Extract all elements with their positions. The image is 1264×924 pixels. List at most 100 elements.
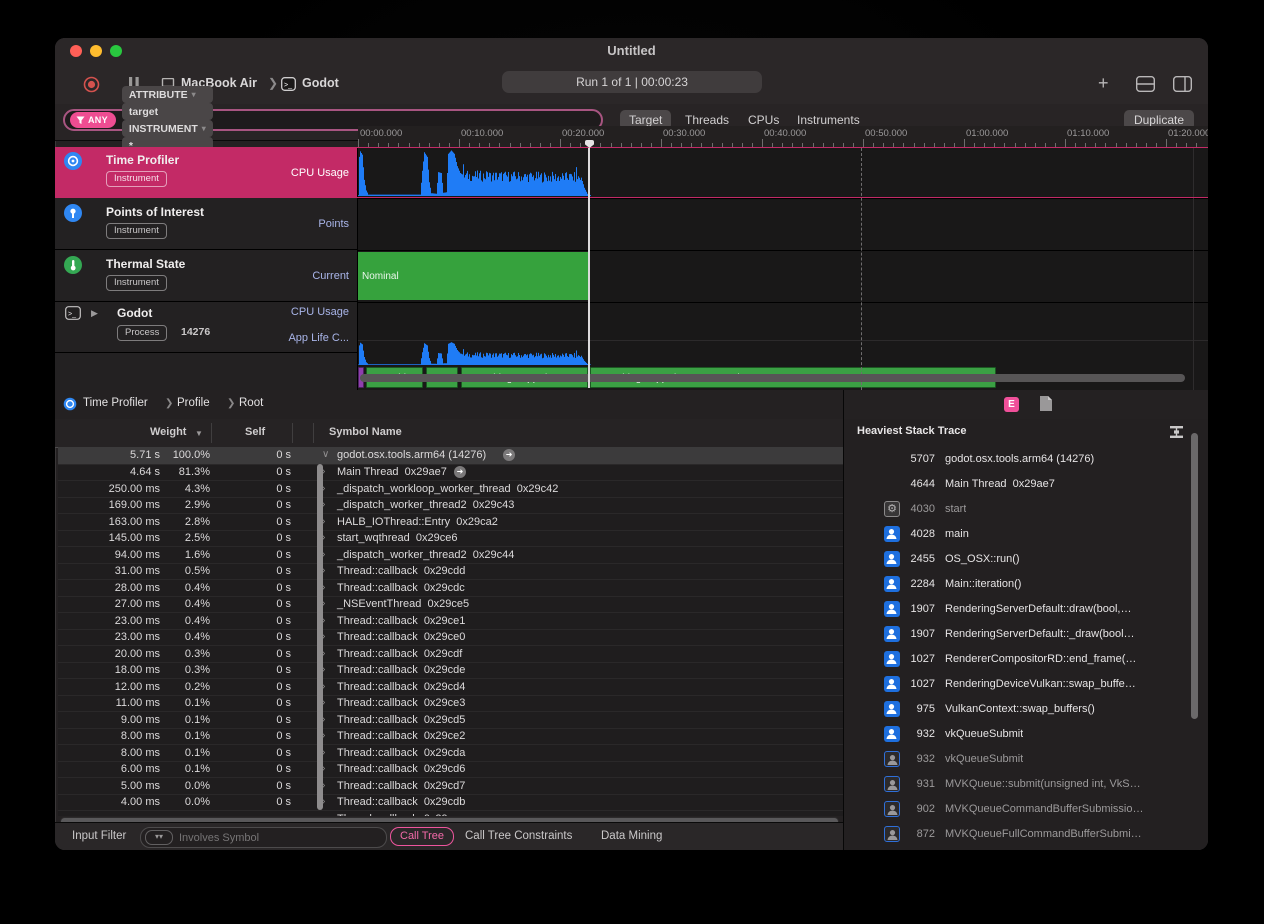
call-tree-row[interactable]: 5.00 ms0.0%0 s›Thread::callback 0x29cd7 (58, 777, 843, 794)
disclosure-chevron-icon[interactable]: › (322, 714, 334, 725)
stack-frame[interactable]: 2284Main::iteration() (844, 573, 1208, 598)
filter-funnel-icon[interactable]: ▾▾ (145, 830, 173, 845)
disclosure-chevron-icon[interactable]: › (322, 598, 334, 609)
disclosure-chevron-icon[interactable]: › (322, 582, 334, 593)
filter-chip-target[interactable]: target (122, 103, 213, 120)
disclosure-chevron-icon[interactable]: › (322, 648, 334, 659)
filter-chip-instrument[interactable]: INSTRUMENT▾ (122, 120, 213, 137)
stack-frame[interactable]: 932vkQueueSubmit (844, 723, 1208, 748)
stack-frame[interactable]: 1907RenderingServerDefault::_draw(bool… (844, 623, 1208, 648)
stack-frame[interactable]: 4028main (844, 523, 1208, 548)
column-weight[interactable]: Weight (150, 426, 186, 438)
call-tree-row[interactable]: 28.00 ms0.4%0 s›Thread::callback 0x29cdc (58, 579, 843, 596)
call-tree-row[interactable]: 6.00 ms0.1%0 s›Thread::callback 0x29cd6 (58, 761, 843, 778)
track-row-godot[interactable]: >_ ▶ Godot Process 14276 CPU Usage App L… (55, 302, 357, 352)
disclosure-chevron-icon[interactable]: › (322, 615, 334, 626)
call-tree-constraints-button[interactable]: Call Tree Constraints (465, 830, 572, 842)
call-tree-row[interactable]: 12.00 ms0.2%0 s›Thread::callback 0x29cd4 (58, 678, 843, 695)
call-tree-row[interactable]: 163.00 ms2.8%0 s›HALB_IOThread::Entry 0x… (58, 513, 843, 530)
stack-frame[interactable]: ⚙4030start (844, 498, 1208, 523)
record-icon[interactable] (83, 76, 100, 93)
disclosure-chevron-icon[interactable]: › (322, 516, 334, 527)
disclosure-chevron-icon[interactable]: › (322, 730, 334, 741)
call-tree-row[interactable]: 145.00 ms2.5%0 s›start_wqthread 0x29ce6 (58, 530, 843, 547)
disclosure-chevron-icon[interactable]: › (322, 763, 334, 774)
disclosure-chevron-icon[interactable]: › (322, 565, 334, 576)
disclosure-triangle-icon[interactable]: ▶ (91, 308, 98, 319)
call-tree-row[interactable]: ›Thread::callback 0x29… (58, 810, 843, 816)
call-tree-row[interactable]: 23.00 ms0.4%0 s›Thread::callback 0x29ce1 (58, 612, 843, 629)
focus-arrow-icon[interactable]: ➜ (503, 449, 515, 461)
stack-frame[interactable]: 1027RenderingDeviceVulkan::swap_buffe… (844, 673, 1208, 698)
call-tree-row[interactable]: 4.00 ms0.0%0 s›Thread::callback 0x29cdb (58, 794, 843, 811)
disclosure-chevron-icon[interactable]: ∨ (322, 449, 334, 460)
stack-frame[interactable]: 932vkQueueSubmit (844, 748, 1208, 773)
stack-frame[interactable]: 902MVKQueueCommandBufferSubmissio… (844, 798, 1208, 823)
call-tree-row[interactable]: 5.71 s100.0%0 s∨godot.osx.tools.arm64 (1… (58, 447, 843, 464)
call-tree-row[interactable]: 4.64 s81.3%0 s›Main Thread 0x29ae7➜ (58, 464, 843, 481)
column-self[interactable]: Self (245, 426, 265, 438)
filter-any-pill[interactable]: ANY (70, 112, 116, 128)
call-tree-row[interactable]: 250.00 ms4.3%0 s›_dispatch_workloop_work… (58, 480, 843, 497)
disclosure-chevron-icon[interactable]: › (322, 532, 334, 543)
stack-frame[interactable]: 5707godot.osx.tools.arm64 (14276) (844, 448, 1208, 473)
track-row-thermal-state[interactable]: Thermal State Instrument Current (55, 250, 357, 302)
stack-frame[interactable]: 872MVKQueueFullCommandBufferSubmi… (844, 823, 1208, 848)
call-tree-row[interactable]: 8.00 ms0.1%0 s›Thread::callback 0x29cda (58, 744, 843, 761)
call-tree-row[interactable]: 23.00 ms0.4%0 s›Thread::callback 0x29ce0 (58, 629, 843, 646)
call-tree-row[interactable]: 27.00 ms0.4%0 s›_NSEventThread 0x29ce5 (58, 596, 843, 613)
call-tree-vertical-scrollbar[interactable] (317, 464, 323, 810)
disclosure-chevron-icon[interactable]: › (322, 466, 334, 477)
call-tree-row[interactable]: 169.00 ms2.9%0 s›_dispatch_worker_thread… (58, 497, 843, 514)
breadcrumb-profile[interactable]: Profile (177, 397, 210, 409)
target-app-name[interactable]: Godot (302, 76, 339, 90)
disclosure-chevron-icon[interactable]: › (322, 796, 334, 807)
timeline-ruler[interactable]: 00:00.00000:10.00000:20.00000:30.00000:4… (358, 126, 1208, 149)
disclosure-chevron-icon[interactable]: › (322, 780, 334, 791)
disclosure-chevron-icon[interactable]: › (322, 499, 334, 510)
disclosure-chevron-icon[interactable]: › (322, 483, 334, 494)
focus-arrow-icon[interactable]: ➜ (454, 466, 466, 478)
call-tree-row[interactable]: 11.00 ms0.1%0 s›Thread::callback 0x29ce3 (58, 695, 843, 712)
disclosure-chevron-icon[interactable]: › (322, 697, 334, 708)
extended-detail-tab-icon[interactable]: E (1004, 397, 1019, 412)
stack-frame[interactable]: 975VulkanContext::swap_buffers() (844, 698, 1208, 723)
breadcrumb-root[interactable]: Root (239, 397, 263, 409)
column-symbol-name[interactable]: Symbol Name (329, 426, 402, 438)
stack-frame[interactable]: 931MVKQueue::submit(unsigned int, VkS… (844, 773, 1208, 798)
call-tree-row[interactable]: 8.00 ms0.1%0 s›Thread::callback 0x29ce2 (58, 728, 843, 745)
call-tree-row[interactable]: 18.00 ms0.3%0 s›Thread::callback 0x29cde (58, 662, 843, 679)
disclosure-chevron-icon[interactable]: › (322, 813, 334, 817)
call-tree-row[interactable]: 20.00 ms0.3%0 s›Thread::callback 0x29cdf (58, 645, 843, 662)
symbol-filter-input[interactable]: ▾▾ Involves Symbol (140, 827, 387, 848)
stack-frame[interactable]: 4644Main Thread 0x29ae7 (844, 473, 1208, 498)
disclosure-chevron-icon[interactable]: › (322, 664, 334, 675)
collapse-stack-icon[interactable] (1169, 425, 1184, 439)
disclosure-chevron-icon[interactable]: › (322, 631, 334, 642)
track-lanes[interactable]: Nominal Launchi...Lau...Launching - AppK… (358, 148, 1208, 390)
thermal-state-bar[interactable]: Nominal (358, 252, 590, 300)
disclosure-chevron-icon[interactable]: › (322, 681, 334, 692)
add-instrument-icon[interactable]: + (1098, 73, 1109, 94)
stack-trace-scrollbar[interactable] (1191, 433, 1198, 719)
filter-chip-attribute[interactable]: ATTRIBUTE▾ (122, 86, 213, 103)
call-tree-row[interactable]: 9.00 ms0.1%0 s›Thread::callback 0x29cd5 (58, 711, 843, 728)
stack-frame[interactable]: 1027RendererCompositorRD::end_frame(… (844, 648, 1208, 673)
track-row-points-of-interest[interactable]: Points of Interest Instrument Points (55, 198, 357, 250)
track-row-time-profiler[interactable]: Time Profiler Instrument CPU Usage (55, 148, 357, 198)
run-info[interactable]: Run 1 of 1 | 00:00:23 (502, 71, 762, 93)
inspector-sidebar-icon[interactable] (1173, 76, 1192, 92)
split-horizontal-icon[interactable] (1136, 76, 1155, 92)
stack-frame[interactable]: 1907RenderingServerDefault::draw(bool,… (844, 598, 1208, 623)
data-mining-button[interactable]: Data Mining (601, 830, 662, 842)
call-tree-row[interactable]: 94.00 ms1.6%0 s›_dispatch_worker_thread2… (58, 546, 843, 563)
stack-frame[interactable]: 2455OS_OSX::run() (844, 548, 1208, 573)
description-tab-icon[interactable] (1039, 395, 1053, 412)
call-tree-button[interactable]: Call Tree (390, 827, 454, 846)
call-tree-row[interactable]: 31.00 ms0.5%0 s›Thread::callback 0x29cdd (58, 563, 843, 580)
disclosure-chevron-icon[interactable]: › (322, 747, 334, 758)
playhead-line[interactable] (588, 148, 590, 388)
breadcrumb-instrument[interactable]: Time Profiler (83, 397, 148, 409)
timeline-horizontal-scrollbar[interactable] (360, 374, 1185, 382)
disclosure-chevron-icon[interactable]: › (322, 549, 334, 560)
